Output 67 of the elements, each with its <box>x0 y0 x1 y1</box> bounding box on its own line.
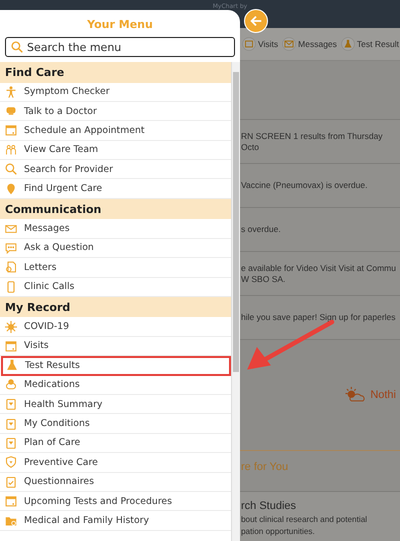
notice-text: e available for Video Visit Visit at Commu <box>241 262 397 274</box>
envelope-icon <box>282 37 296 51</box>
menu-item[interactable]: View Care Team <box>0 140 231 160</box>
status-text: Nothi <box>370 389 396 401</box>
notice-text: Vaccine (Pneumovax) is overdue. <box>241 180 368 191</box>
flask-icon <box>340 37 355 51</box>
location-pin-icon <box>5 182 17 195</box>
flask-icon <box>6 359 18 372</box>
shield-icon <box>5 456 17 468</box>
virus-icon <box>5 320 17 333</box>
notice-text: RN SCREEN 1 results from Thursday Octo <box>241 130 384 152</box>
menu-title: Your Menu <box>86 17 154 33</box>
person-icon <box>5 86 17 98</box>
monitor-icon <box>5 105 17 118</box>
menu-item[interactable]: Questionnaires <box>0 472 231 492</box>
clipboard-icon <box>5 436 17 449</box>
menu-item[interactable]: COVID-19 <box>0 317 231 337</box>
notice-text: hile you save paper! Sign up for paperles <box>241 312 397 323</box>
card-title: rch Studies <box>241 500 298 512</box>
menu-item[interactable]: Messages <box>0 219 231 239</box>
menu-item[interactable]: Visits <box>0 336 231 356</box>
menu-item[interactable]: Schedule an Appointment <box>0 121 231 141</box>
card-text: bout clinical research and potential <box>241 514 368 526</box>
card-text: pation opportunities. <box>241 526 316 538</box>
menu-item[interactable]: Ask a Question <box>0 238 231 258</box>
sun-cloud-icon <box>344 386 366 404</box>
menu-item[interactable]: Test Results <box>1 356 231 376</box>
arrow-left-icon <box>249 14 263 28</box>
chat-bubble-icon <box>5 242 17 254</box>
checklist-icon <box>5 476 17 488</box>
calendar-icon <box>5 124 17 136</box>
section-heading: re for You <box>240 460 290 475</box>
search-icon <box>5 163 17 176</box>
notice-text: W SBO SA. <box>241 274 286 284</box>
envelope-icon <box>5 222 17 235</box>
menu-item[interactable]: Search for Provider <box>0 160 231 180</box>
nav-link[interactable]: Test Result <box>340 37 399 51</box>
clipboard-icon <box>5 418 17 430</box>
section-header: My Record <box>0 296 231 318</box>
section-header: Communication <box>0 198 231 220</box>
menu-item[interactable]: Symptom Checker <box>0 82 231 102</box>
search-icon <box>11 41 23 53</box>
menu-item[interactable]: My Conditions <box>0 414 231 434</box>
clipboard-icon <box>5 398 17 410</box>
section-header: Find Care <box>0 62 231 82</box>
notice-text: s overdue. <box>241 224 282 235</box>
menu-item[interactable]: Medical and Family History <box>0 511 231 531</box>
people-icon <box>5 144 17 156</box>
search-field[interactable]: Search the menu <box>5 37 235 57</box>
menu-item[interactable]: Talk to a Doctor <box>0 102 231 122</box>
menu-item[interactable]: Medications <box>0 376 231 395</box>
menu-item[interactable]: Letters <box>0 258 231 278</box>
menu-item[interactable]: Preventive Care <box>0 453 231 473</box>
document-icon <box>5 261 17 274</box>
menu-item[interactable]: Plan of Care <box>0 434 231 454</box>
menu-item[interactable]: Health Summary <box>0 394 231 414</box>
pills-icon <box>5 378 17 391</box>
nav-link[interactable]: Messages <box>282 37 337 51</box>
search-input[interactable]: Search the menu <box>27 40 229 54</box>
scrollbar[interactable] <box>231 62 240 541</box>
calendar-icon <box>5 340 17 352</box>
calendar-icon <box>242 37 256 51</box>
calendar-icon <box>5 495 17 508</box>
nav-link[interactable]: Visits <box>242 37 278 51</box>
folder-icon <box>5 514 17 526</box>
phone-icon <box>5 280 17 293</box>
menu-item[interactable]: Upcoming Tests and Procedures <box>0 492 231 512</box>
